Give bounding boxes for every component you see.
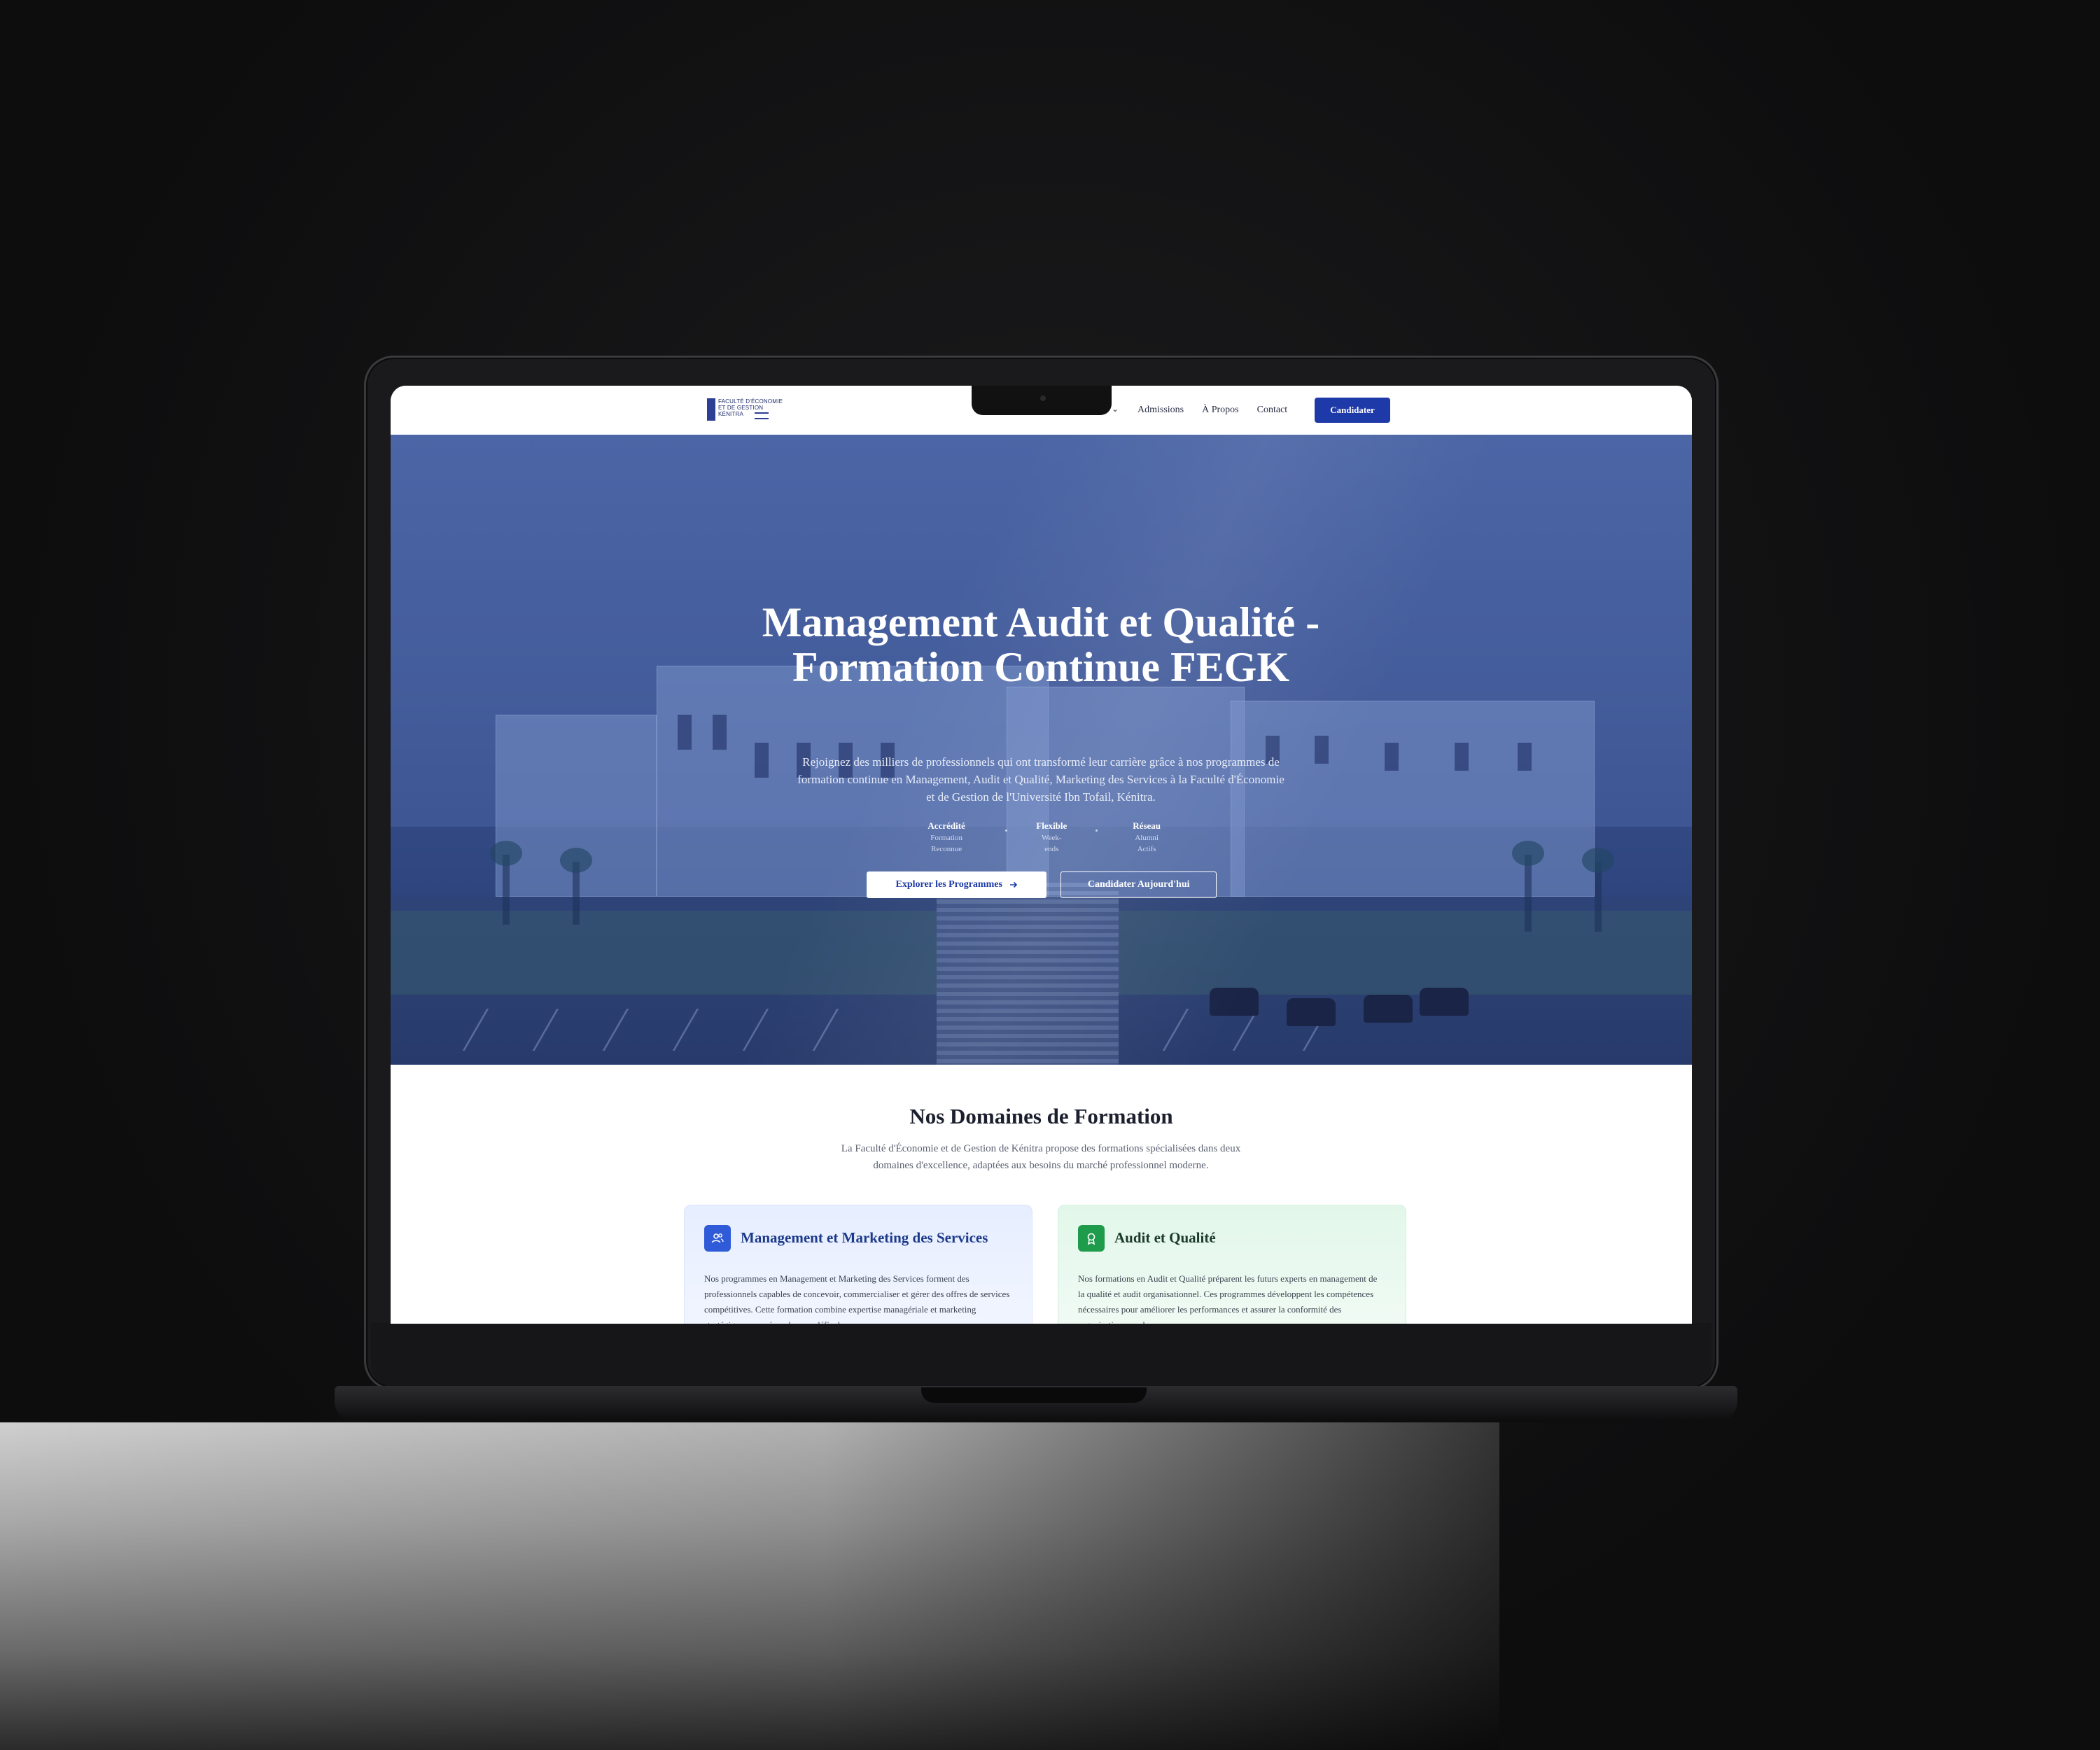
hero-content: Management Audit et Qualité - Formation …	[391, 435, 1692, 1065]
logo-mark	[707, 398, 715, 421]
hero-section: Management Audit et Qualité - Formation …	[391, 435, 1692, 1065]
stat-separator	[1005, 830, 1008, 832]
hero-title: Management Audit et Qualité - Formation …	[762, 599, 1320, 690]
users-icon	[704, 1225, 731, 1252]
pedestal-shadow	[0, 1422, 1499, 1750]
section-subtitle: La Faculté d'Économie et de Gestion de K…	[841, 1143, 1241, 1171]
nav-link-admissions[interactable]: Admissions	[1138, 405, 1184, 416]
hero-buttons: Explorer les Programmes Candidater Aujou…	[867, 872, 1217, 899]
logo-text: FACULTÉ D'ÉCONOMIE ET DE GESTION KÉNITRA	[718, 398, 783, 417]
stat-accredited: Accrédité Formation Reconnue	[916, 820, 977, 853]
arrow-right-icon	[1009, 881, 1018, 888]
stat-label: Formation Reconnue	[930, 834, 963, 853]
hero-subtitle: Rejoignez des milliers de professionnels…	[797, 755, 1284, 804]
card-title: Management et Marketing des Services	[741, 1229, 988, 1246]
domain-card-management[interactable]: Management et Marketing des Services Nos…	[684, 1205, 1032, 1324]
faculty-logo[interactable]: FACULTÉ D'ÉCONOMIE ET DE GESTION KÉNITRA	[707, 397, 783, 422]
domain-card-audit[interactable]: Audit et Qualité Nos formations en Audit…	[1058, 1205, 1406, 1324]
stat-network: Réseau Alumni Actifs	[1126, 820, 1168, 853]
stat-value: Accrédité	[927, 820, 965, 831]
card-text: Nos formations en Audit et Qualité prépa…	[1078, 1273, 1378, 1324]
camera-notch	[972, 386, 1112, 415]
nav-link-contact[interactable]: Contact	[1257, 405, 1288, 416]
card-text: Nos programmes en Management et Marketin…	[704, 1273, 1010, 1324]
laptop-bezel	[371, 1323, 1712, 1386]
apply-button[interactable]: Candidater	[1315, 398, 1390, 423]
hero-stats: Accrédité Formation Reconnue Flexible We…	[916, 820, 1168, 853]
logo-lines	[755, 412, 769, 419]
stat-value: Flexible	[1036, 820, 1068, 831]
nav-links: Admissions À Propos Contact	[1138, 386, 1287, 435]
explore-programs-label: Explorer les Programmes	[895, 879, 1002, 890]
domains-section: Nos Domaines de Formation La Faculté d'É…	[391, 1065, 1692, 1324]
stat-flexible: Flexible Week-ends	[1035, 820, 1068, 853]
stat-label: Week-ends	[1042, 834, 1062, 853]
camera-icon	[1040, 396, 1046, 401]
award-icon	[1078, 1225, 1105, 1252]
laptop-screen: FACULTÉ D'ÉCONOMIE ET DE GESTION KÉNITRA…	[391, 386, 1692, 1324]
laptop-hinge	[921, 1387, 1147, 1403]
section-title: Nos Domaines de Formation	[909, 1104, 1173, 1128]
stat-label: Alumni Actifs	[1135, 834, 1158, 853]
apply-today-button[interactable]: Candidater Aujourd'hui	[1060, 872, 1217, 898]
explore-programs-button[interactable]: Explorer les Programmes	[867, 872, 1047, 898]
nav-link-about[interactable]: À Propos	[1202, 405, 1239, 416]
stat-value: Réseau	[1133, 820, 1161, 831]
stat-separator	[1096, 830, 1098, 832]
card-title: Audit et Qualité	[1114, 1229, 1216, 1246]
chevron-down-icon[interactable]: ⌄	[1112, 404, 1119, 414]
